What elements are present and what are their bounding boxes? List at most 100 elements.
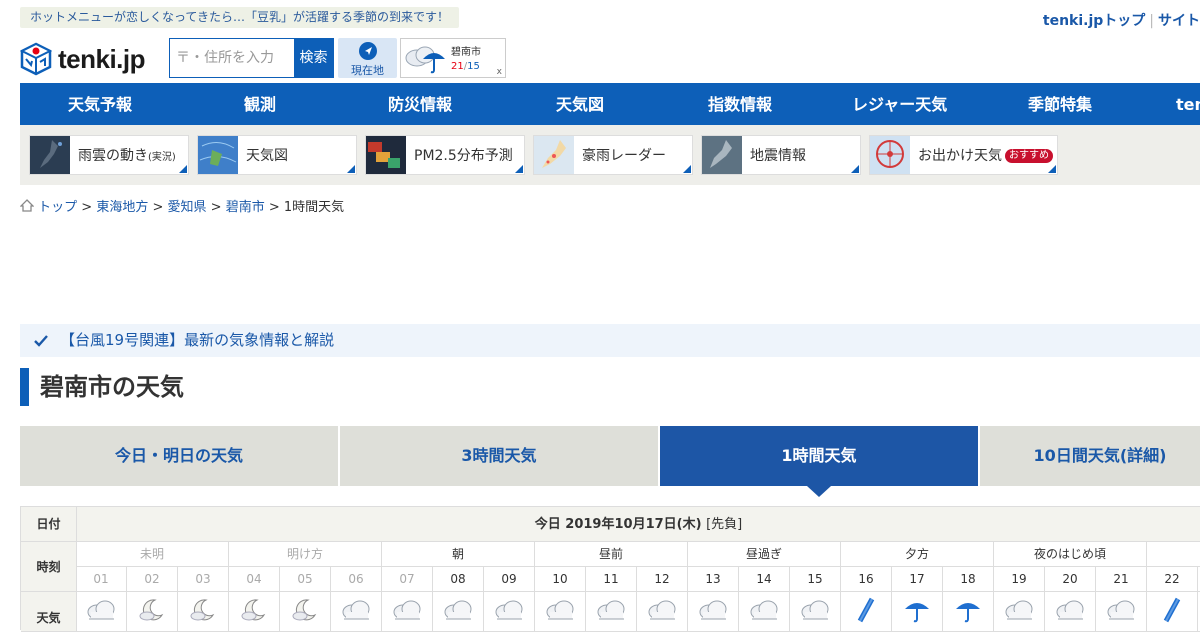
hour-cell: 03 (178, 567, 229, 592)
breadcrumb-hekinan[interactable]: 碧南市 (226, 200, 265, 215)
weather-cell (127, 592, 178, 632)
promo-notice[interactable]: ホットメニューが恋しくなってきたら…「豆乳」が活躍する季節の到来です！ (20, 7, 460, 28)
hour-cell: 09 (484, 567, 535, 592)
weather-cell (484, 592, 535, 632)
cloud-icon (750, 600, 778, 620)
hour-cell: 16 (841, 567, 892, 592)
period-cell: 夜のはじめ頃 (994, 542, 1147, 567)
tile-earthquake-label: 地震情報 (750, 148, 806, 164)
weather-cell (637, 592, 688, 632)
global-nav: 天気予報 観測 防災情報 天気図 指数情報 レジャー天気 季節特集 ten (20, 83, 1200, 125)
tile-heavy-rain-radar-label: 豪雨レーダー (582, 148, 666, 164)
corner-arrow-icon (515, 165, 523, 173)
radar-map-thumb (534, 136, 574, 174)
nav-disaster[interactable]: 防災情報 (388, 83, 452, 125)
nav-more[interactable]: ten (1176, 83, 1200, 125)
hour-cell: 20 (1045, 567, 1096, 592)
cloud-icon (699, 600, 727, 620)
hour-cell: 06 (331, 567, 382, 592)
tile-heavy-rain-radar[interactable]: 豪雨レーダー (533, 135, 693, 175)
nav-index[interactable]: 指数情報 (708, 83, 772, 125)
hour-cell: 08 (433, 567, 484, 592)
nav-leisure[interactable]: レジャー天気 (852, 83, 947, 125)
hour-cell: 17 (892, 567, 943, 592)
corner-arrow-icon (851, 165, 859, 173)
hour-cell: 07 (382, 567, 433, 592)
tab-3hour[interactable]: 3時間天気 (340, 426, 658, 486)
hour-cell: 12 (637, 567, 688, 592)
nav-seasonal[interactable]: 季節特集 (1028, 83, 1092, 125)
umbrella-icon (905, 603, 929, 623)
weather-cell (178, 592, 229, 632)
tab-today-tomorrow[interactable]: 今日・明日の天気 (20, 426, 338, 486)
weather-cell (688, 592, 739, 632)
hour-cell: 21 (1096, 567, 1147, 592)
active-tab-pointer (807, 486, 831, 497)
weather-cell (994, 592, 1045, 632)
home-icon (19, 199, 35, 212)
hour-cell: 18 (943, 567, 994, 592)
search-button[interactable]: 検索 (294, 39, 333, 77)
moon-icon (190, 599, 215, 621)
hour-cell: 15 (790, 567, 841, 592)
moon-icon (241, 599, 266, 621)
breadcrumb-tokai[interactable]: 東海地方 (96, 200, 148, 215)
weather-header: 天気 (21, 592, 77, 632)
date-header: 日付 (21, 507, 77, 542)
cloud-icon (1056, 600, 1084, 620)
current-location-label: 現在地 (351, 64, 384, 77)
corner-arrow-icon (179, 165, 187, 173)
weather-cell (739, 592, 790, 632)
period-cell: 明け方 (229, 542, 382, 567)
tile-outing-weather[interactable]: お出かけ天気 おすすめ (869, 135, 1058, 175)
nav-weather-map[interactable]: 天気図 (556, 83, 604, 125)
tab-10day[interactable]: 10日間天気(詳細) (980, 426, 1200, 486)
weather-cell (943, 592, 994, 632)
cloud-icon (87, 600, 115, 620)
pm25-map-thumb (366, 136, 406, 174)
tile-outing-weather-label: お出かけ天気 (918, 148, 1002, 164)
typhoon-banner-text: 【台風19号関連】最新の気象情報と解説 (60, 331, 335, 349)
tile-weather-map[interactable]: 天気図 (197, 135, 357, 175)
earthquake-map-thumb (702, 136, 742, 174)
weather-cell (841, 592, 892, 632)
breadcrumb-aichi[interactable]: 愛知県 (168, 200, 207, 215)
weather-cell (382, 592, 433, 632)
moon-icon (139, 599, 164, 621)
period-cell: 昼過ぎ (688, 542, 841, 567)
weather-cell (790, 592, 841, 632)
top-links: tenki.jpトップ | サイト (1042, 13, 1200, 29)
nav-forecast[interactable]: 天気予報 (68, 83, 132, 125)
period-cell: 昼前 (535, 542, 688, 567)
hour-cell: 13 (688, 567, 739, 592)
hour-cell: 10 (535, 567, 586, 592)
tile-pm25[interactable]: PM2.5分布予測 (365, 135, 525, 175)
typhoon-banner[interactable]: 【台風19号関連】最新の気象情報と解説 (20, 324, 1200, 357)
weather-cell (229, 592, 280, 632)
check-icon (34, 335, 48, 347)
cloud-icon (393, 600, 421, 620)
tenki-top-link[interactable]: tenki.jpトップ (1043, 13, 1145, 29)
weather-cell (433, 592, 484, 632)
hour-cell: 01 (76, 567, 127, 592)
close-icon[interactable]: x (497, 67, 502, 77)
tab-1hour[interactable]: 1時間天気 (660, 426, 978, 486)
logo-cube-icon (20, 42, 52, 76)
corner-arrow-icon (683, 165, 691, 173)
current-location-button[interactable]: 現在地 (338, 38, 397, 78)
tile-rain-cloud[interactable]: 雨雲の動き(実況) (29, 135, 189, 175)
cloud-icon (1005, 600, 1033, 620)
cloud-icon (495, 600, 523, 620)
breadcrumb-top[interactable]: トップ (38, 200, 77, 215)
tile-earthquake[interactable]: 地震情報 (701, 135, 861, 175)
site-link[interactable]: サイト (1158, 13, 1200, 29)
location-arrow-icon (358, 42, 377, 60)
tenki-logo[interactable]: tenki.jp (20, 42, 160, 76)
hour-cell: 02 (127, 567, 178, 592)
address-search-input[interactable] (170, 39, 294, 77)
cloud-icon (444, 600, 472, 620)
recent-city-card[interactable]: 碧南市 21/15 x (400, 38, 506, 78)
recent-city-name: 碧南市 (451, 47, 481, 58)
weather-cell (586, 592, 637, 632)
nav-observation[interactable]: 観測 (244, 83, 276, 125)
